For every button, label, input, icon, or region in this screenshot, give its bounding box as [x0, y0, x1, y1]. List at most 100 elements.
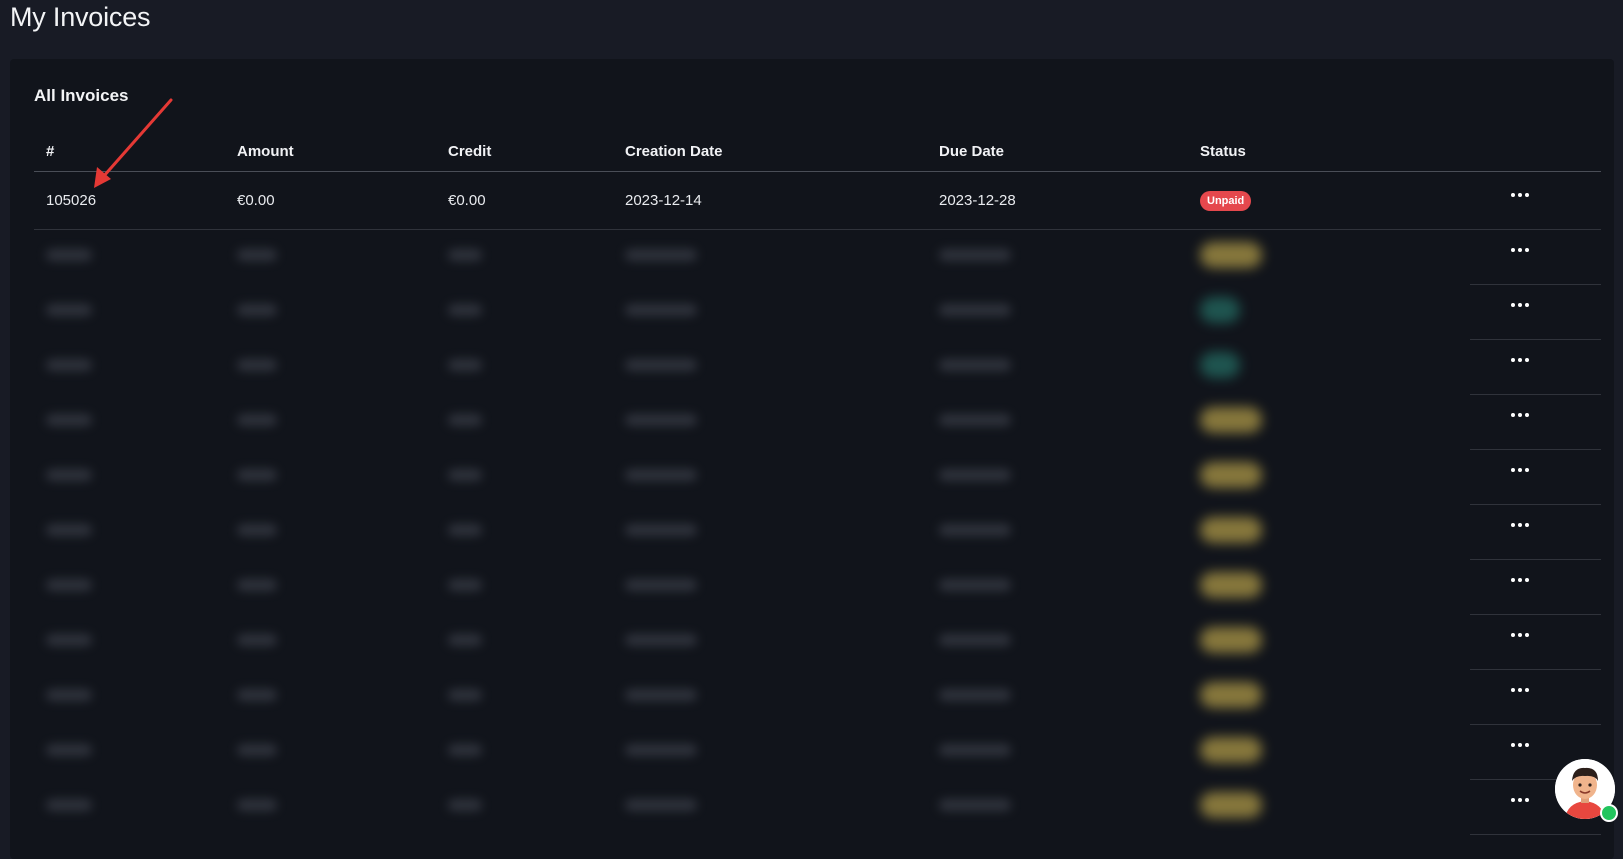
redacted-due-date	[939, 524, 1011, 536]
more-horizontal-icon[interactable]	[1505, 346, 1535, 374]
redacted-invoice-number	[46, 249, 92, 261]
redacted-creation-date	[625, 799, 697, 811]
invoice-credit: €0.00	[448, 192, 486, 209]
redacted-amount	[237, 744, 277, 756]
table-row[interactable]	[34, 558, 1601, 615]
redacted-credit	[448, 414, 482, 426]
redacted-invoice-number	[46, 304, 92, 316]
redacted-due-date	[939, 744, 1011, 756]
table-row[interactable]	[34, 448, 1601, 505]
redacted-credit	[448, 524, 482, 536]
redacted-invoice-number	[46, 744, 92, 756]
redacted-status-badge	[1200, 297, 1240, 323]
redacted-credit	[448, 469, 482, 481]
more-horizontal-icon[interactable]	[1505, 621, 1535, 649]
redacted-creation-date	[625, 304, 697, 316]
more-horizontal-icon[interactable]	[1505, 731, 1535, 759]
redacted-amount	[237, 579, 277, 591]
table-row[interactable]	[34, 228, 1601, 285]
table-row[interactable]: 105026 €0.00 €0.00 2023-12-14 2023-12-28…	[34, 173, 1601, 230]
redacted-due-date	[939, 799, 1011, 811]
redacted-creation-date	[625, 744, 697, 756]
column-header-due-date[interactable]: Due Date	[939, 143, 1004, 160]
more-horizontal-icon[interactable]	[1505, 181, 1535, 209]
more-horizontal-icon[interactable]	[1505, 456, 1535, 484]
redacted-creation-date	[625, 469, 697, 481]
more-horizontal-icon[interactable]	[1505, 291, 1535, 319]
column-header-amount[interactable]: Amount	[237, 143, 294, 160]
more-horizontal-icon[interactable]	[1505, 566, 1535, 594]
online-status-indicator	[1600, 804, 1618, 822]
redacted-status-badge	[1200, 407, 1262, 433]
redacted-due-date	[939, 359, 1011, 371]
column-header-status[interactable]: Status	[1200, 143, 1246, 160]
redacted-amount	[237, 799, 277, 811]
redacted-status-badge	[1200, 462, 1262, 488]
redacted-credit	[448, 579, 482, 591]
redacted-creation-date	[625, 414, 697, 426]
redacted-invoice-number	[46, 414, 92, 426]
redacted-invoice-number	[46, 524, 92, 536]
redacted-status-badge	[1200, 517, 1262, 543]
redacted-status-badge	[1200, 572, 1262, 598]
redacted-creation-date	[625, 359, 697, 371]
card-title: All Invoices	[34, 86, 129, 105]
redacted-amount	[237, 634, 277, 646]
redacted-status-badge	[1200, 737, 1262, 763]
table-header: # Amount Credit Creation Date Due Date S…	[34, 139, 1601, 172]
redacted-invoice-number	[46, 634, 92, 646]
column-header-credit[interactable]: Credit	[448, 143, 491, 160]
more-horizontal-icon[interactable]	[1505, 236, 1535, 264]
table-row[interactable]	[34, 613, 1601, 670]
redacted-invoice-number	[46, 799, 92, 811]
invoice-number[interactable]: 105026	[46, 192, 96, 209]
redacted-creation-date	[625, 524, 697, 536]
redacted-due-date	[939, 469, 1011, 481]
redacted-invoice-number	[46, 469, 92, 481]
redacted-due-date	[939, 689, 1011, 701]
redacted-due-date	[939, 414, 1011, 426]
more-horizontal-icon[interactable]	[1505, 511, 1535, 539]
redacted-invoice-number	[46, 579, 92, 591]
redacted-due-date	[939, 579, 1011, 591]
more-horizontal-icon[interactable]	[1505, 676, 1535, 704]
redacted-credit	[448, 744, 482, 756]
redacted-amount	[237, 304, 277, 316]
more-horizontal-icon[interactable]	[1505, 401, 1535, 429]
redacted-creation-date	[625, 249, 697, 261]
redacted-credit	[448, 304, 482, 316]
redacted-status-badge	[1200, 627, 1262, 653]
redacted-invoice-number	[46, 359, 92, 371]
table-row[interactable]	[34, 503, 1601, 560]
redacted-invoice-number	[46, 689, 92, 701]
column-header-creation-date[interactable]: Creation Date	[625, 143, 723, 160]
row-divider	[1470, 834, 1601, 835]
invoices-card: All Invoices # Amount Credit Creation Da…	[10, 59, 1614, 859]
redacted-credit	[448, 799, 482, 811]
table-row[interactable]	[34, 338, 1601, 395]
redacted-status-badge	[1200, 352, 1240, 378]
table-row[interactable]	[34, 668, 1601, 725]
table-row[interactable]	[34, 283, 1601, 340]
table-row[interactable]	[34, 393, 1601, 450]
invoice-due-date: 2023-12-28	[939, 192, 1016, 209]
invoice-amount: €0.00	[237, 192, 275, 209]
redacted-amount	[237, 469, 277, 481]
redacted-credit	[448, 634, 482, 646]
redacted-status-badge	[1200, 242, 1262, 268]
redacted-due-date	[939, 304, 1011, 316]
redacted-creation-date	[625, 634, 697, 646]
more-horizontal-icon[interactable]	[1505, 786, 1535, 814]
invoice-creation-date: 2023-12-14	[625, 192, 702, 209]
table-row[interactable]	[34, 778, 1601, 835]
redacted-credit	[448, 249, 482, 261]
column-header-number[interactable]: #	[46, 143, 54, 160]
redacted-amount	[237, 359, 277, 371]
redacted-due-date	[939, 249, 1011, 261]
redacted-amount	[237, 249, 277, 261]
table-row[interactable]	[34, 723, 1601, 780]
redacted-due-date	[939, 634, 1011, 646]
status-badge: Unpaid	[1200, 191, 1252, 211]
redacted-credit	[448, 689, 482, 701]
redacted-status-badge	[1200, 792, 1262, 818]
